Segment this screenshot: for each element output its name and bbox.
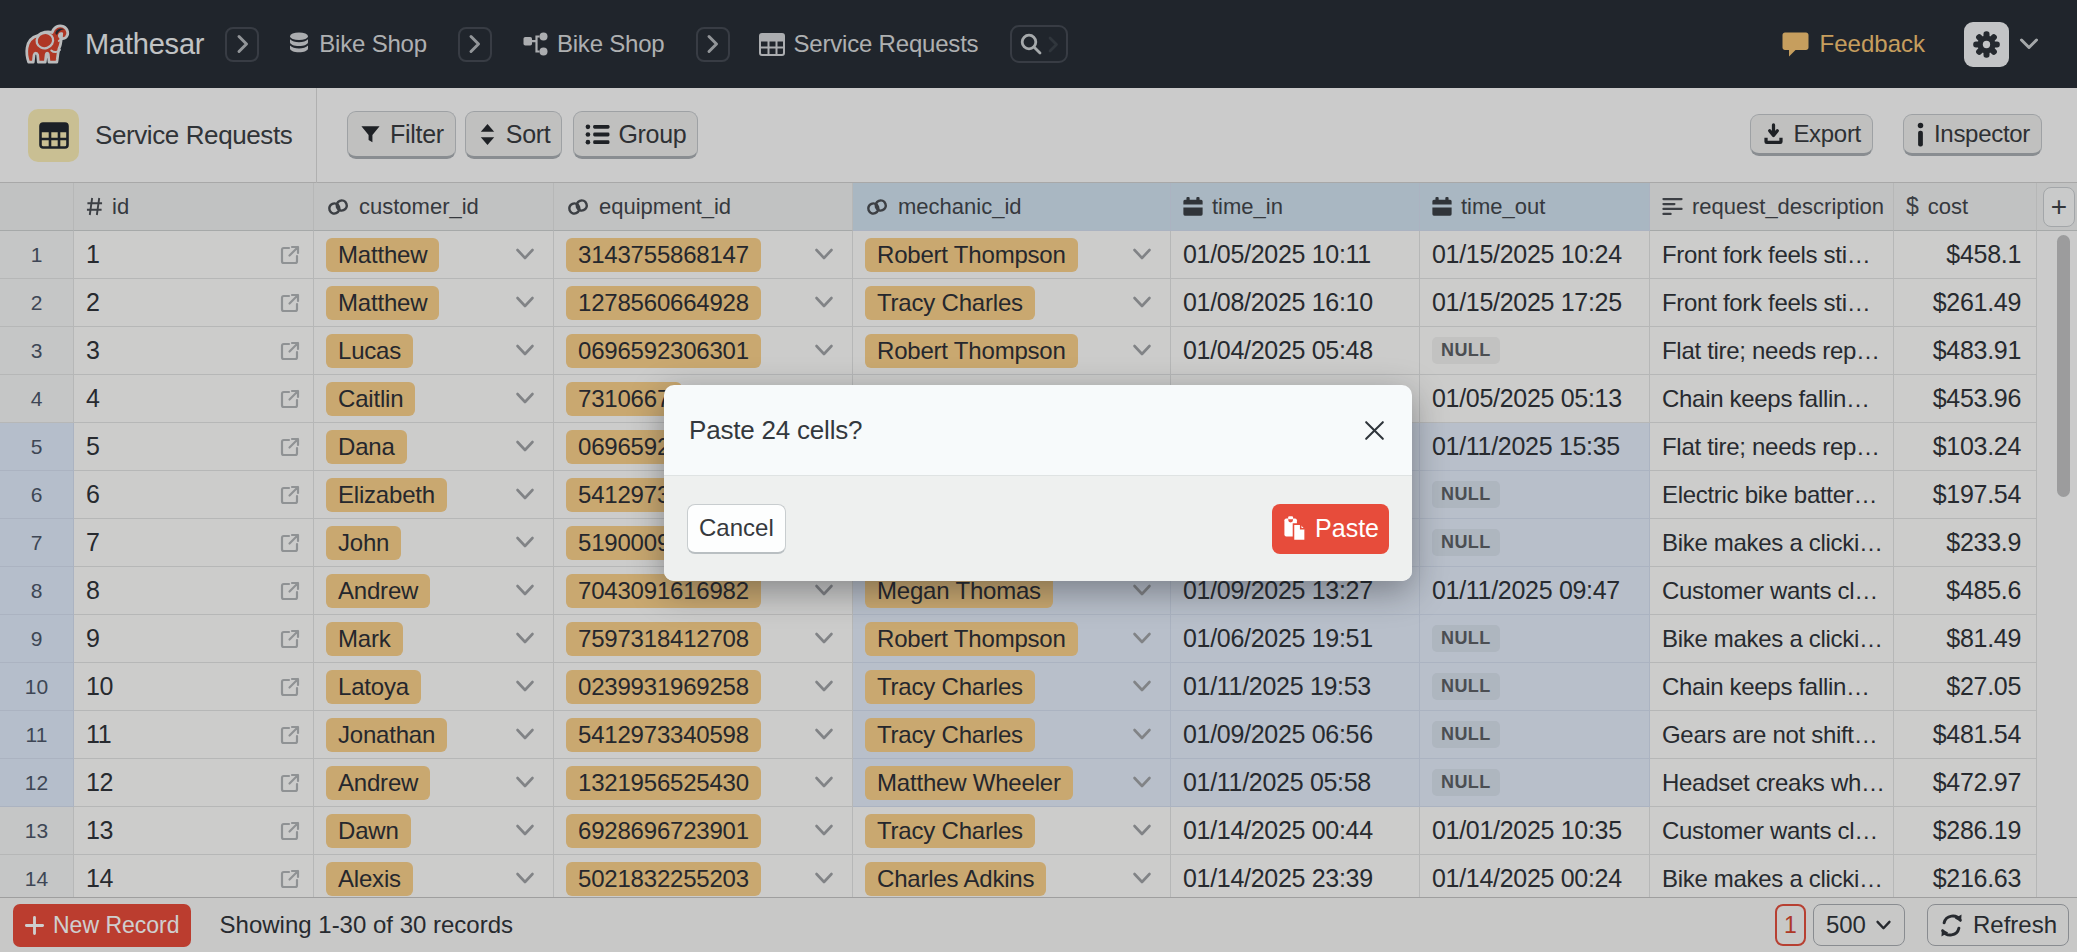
paste-label: Paste [1315, 514, 1379, 543]
modal-title: Paste 24 cells? [689, 415, 862, 446]
cancel-button[interactable]: Cancel [687, 504, 786, 554]
paste-button[interactable]: Paste [1272, 504, 1389, 554]
paste-confirm-dialog: Paste 24 cells? Cancel Paste [664, 385, 1412, 581]
paste-clipboard-icon [1282, 515, 1307, 542]
close-icon[interactable] [1356, 412, 1392, 448]
